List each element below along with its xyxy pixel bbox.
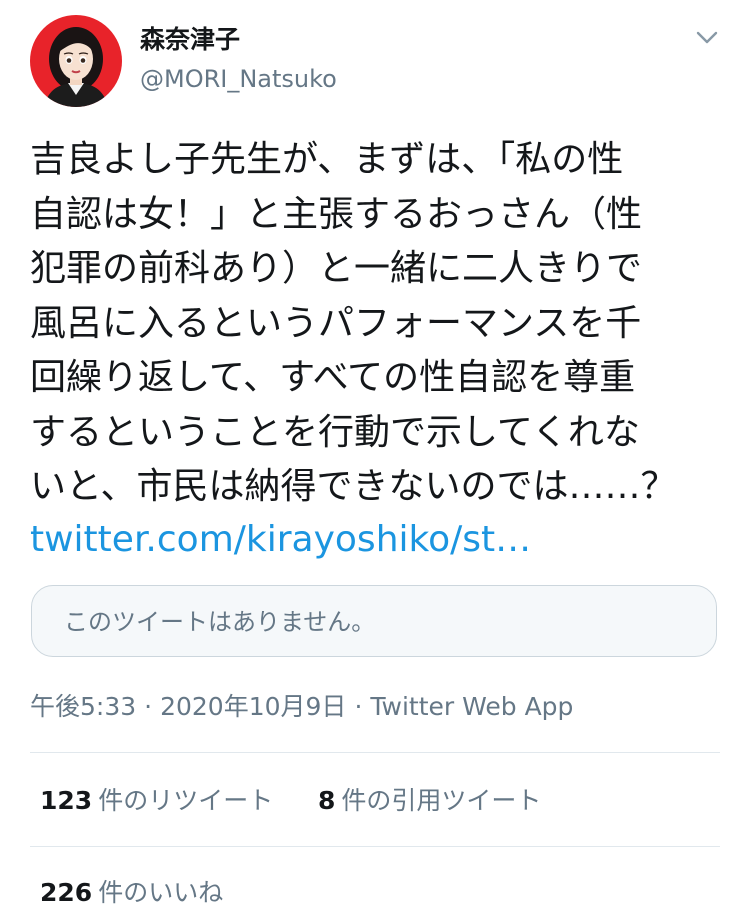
quoted-tweet-unavailable-text: このツイートはありません。 xyxy=(64,608,376,636)
tweet-source[interactable]: Twitter Web App xyxy=(370,692,573,721)
divider xyxy=(30,846,720,847)
quotes-stat[interactable]: 8 件の引用ツイート xyxy=(318,784,541,818)
retweets-stat[interactable]: 123 件のリツイート xyxy=(40,784,273,818)
quotes-count: 8 xyxy=(318,786,336,815)
tweet-text-line: 自認は女！」と主張するおっさん（性 xyxy=(30,193,643,235)
tweet-link[interactable]: twitter.com/kirayoshiko/st… xyxy=(30,513,531,567)
retweets-label: 件のリツイート xyxy=(98,786,274,815)
avatar-illustration xyxy=(30,15,122,107)
tweet-text: 吉良よし子先生が、まずは、「私の性 自認は女！」と主張するおっさん（性 犯罪の前科あ… xyxy=(30,133,730,515)
retweets-count: 123 xyxy=(40,786,93,815)
meta-separator: · xyxy=(354,692,363,721)
tweet-date[interactable]: 2020年10月9日 xyxy=(160,692,346,721)
quotes-label: 件の引用ツイート xyxy=(341,786,542,815)
meta-separator: · xyxy=(144,692,153,721)
divider xyxy=(30,752,720,753)
user-handle[interactable]: @MORI_Natsuko xyxy=(140,64,337,94)
tweet-text-line: 回繰り返して、すべての性自認を尊重 xyxy=(30,357,636,398)
tweet-meta: 午後5:33 · 2020年10月9日 · Twitter Web App xyxy=(30,690,573,724)
avatar[interactable] xyxy=(30,15,122,107)
display-name[interactable]: 森奈津子 xyxy=(140,24,240,56)
chevron-down-icon[interactable] xyxy=(694,24,720,50)
tweet-time[interactable]: 午後5:33 xyxy=(30,692,136,721)
tweet-text-line: いと、市民は納得できないのでは……？ xyxy=(30,466,677,507)
tweet-text-line: 吉良よし子先生が、まずは、「私の性 xyxy=(30,139,624,180)
likes-stat[interactable]: 226 件のいいね xyxy=(40,876,223,910)
tweet-text-line: するということを行動で示してくれな xyxy=(30,411,640,453)
tweet-text-line: 風呂に入るというパフォーマンスを千 xyxy=(30,302,642,344)
quoted-tweet-card[interactable]: このツイートはありません。 xyxy=(31,585,717,657)
tweet-text-line: 犯罪の前科あり）と一緒に二人きりで xyxy=(30,248,643,289)
likes-label: 件のいいね xyxy=(98,878,224,907)
likes-count: 226 xyxy=(40,878,93,907)
